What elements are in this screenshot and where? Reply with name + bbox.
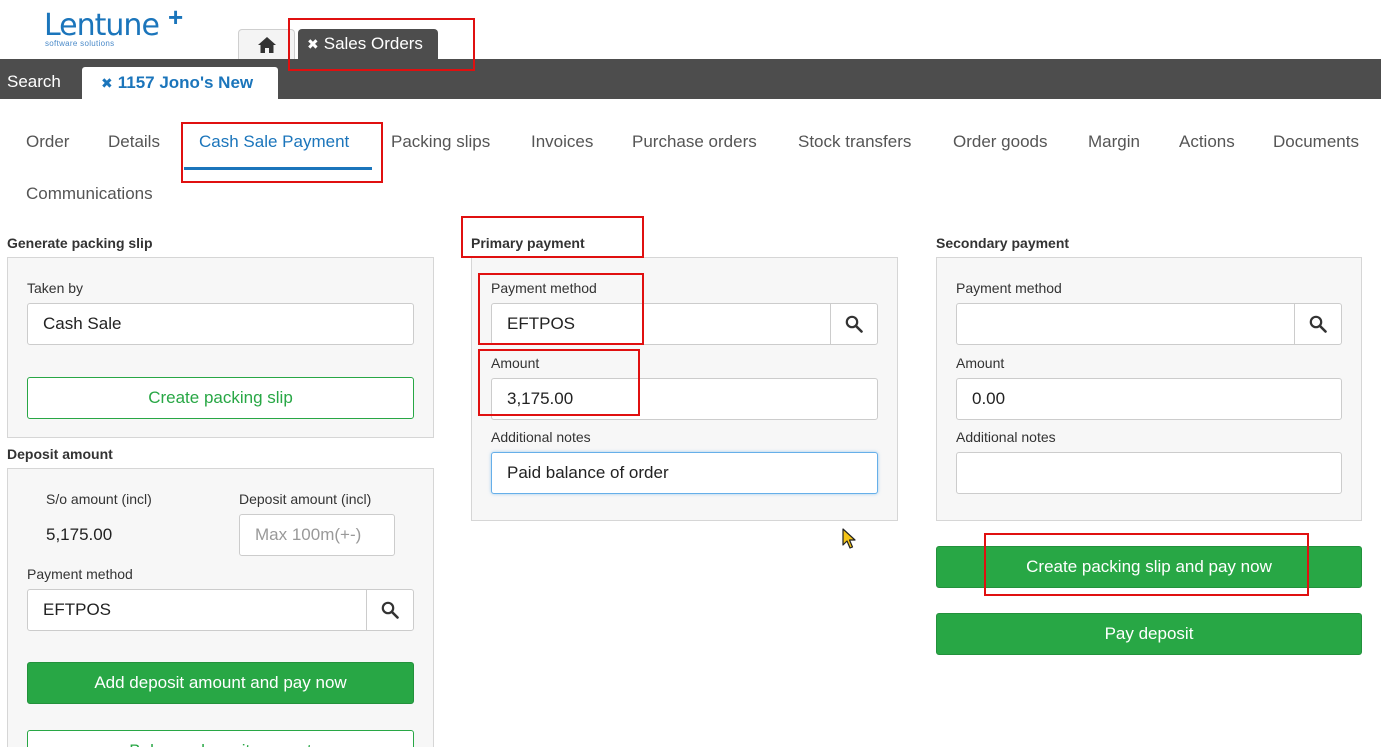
tab-purchase-orders[interactable]: Purchase orders <box>632 132 757 152</box>
primary-payment-search-button[interactable] <box>830 303 878 345</box>
tab-packing-slips[interactable]: Packing slips <box>391 132 490 152</box>
primary-payment-method-label: Payment method <box>491 280 597 296</box>
deposit-amount-input[interactable]: Max 100m(+-) <box>239 514 395 556</box>
primary-amount-label: Amount <box>491 355 540 371</box>
logo-tagline: software solutions <box>45 39 115 48</box>
primary-notes-field[interactable]: Paid balance of order <box>491 452 878 494</box>
logo: Lentune + software solutions <box>44 2 184 50</box>
tab-sales-orders[interactable]: ✖ Sales Orders <box>298 29 438 59</box>
close-icon[interactable]: ✖ <box>307 36 319 53</box>
tab-details[interactable]: Details <box>108 132 160 152</box>
tab-order[interactable]: Order <box>26 132 69 152</box>
secondary-payment-method-label: Payment method <box>956 280 1062 296</box>
logo-text: Lentune <box>44 8 160 43</box>
secondary-amount-field[interactable]: 0.00 <box>956 378 1342 420</box>
tab-sales-orders-label: Sales Orders <box>323 34 423 53</box>
tab-cash-sale-payment[interactable]: Cash Sale Payment <box>199 132 349 152</box>
mouse-pointer-icon <box>842 528 856 549</box>
secondary-notes-field[interactable] <box>956 452 1342 494</box>
tab-actions[interactable]: Actions <box>1179 132 1235 152</box>
secondary-payment-title: Secondary payment <box>936 235 1070 251</box>
active-tab-indicator <box>184 167 372 170</box>
primary-payment-method-field[interactable]: EFTPOS <box>491 303 831 345</box>
secondary-payment-method-field[interactable] <box>956 303 1296 345</box>
home-tab[interactable] <box>238 29 295 59</box>
tab-invoices[interactable]: Invoices <box>531 132 593 152</box>
taken-by-field[interactable]: Cash Sale <box>27 303 414 345</box>
tab-documents[interactable]: Documents <box>1273 132 1359 152</box>
record-tab-label: 1157 Jono's New <box>117 73 254 92</box>
record-tab[interactable]: ✖ 1157 Jono's New <box>82 67 278 99</box>
so-amount-value: 5,175.00 <box>46 525 113 544</box>
tab-order-goods[interactable]: Order goods <box>953 132 1048 152</box>
tab-stock-transfers[interactable]: Stock transfers <box>798 132 911 152</box>
tab-communications[interactable]: Communications <box>26 184 153 204</box>
packing-slip-title: Generate packing slip <box>7 235 153 251</box>
search-tab[interactable]: Search <box>7 72 61 92</box>
search-icon <box>1309 315 1327 333</box>
deposit-amount-label: Deposit amount (incl) <box>239 491 372 507</box>
deposit-payment-method-field[interactable]: EFTPOS <box>27 589 367 631</box>
add-deposit-button[interactable]: Add deposit amount and pay now <box>27 662 414 704</box>
balance-deposit-button[interactable]: Balance deposit amount <box>27 730 414 747</box>
primary-notes-label: Additional notes <box>491 429 591 445</box>
so-amount-label: S/o amount (incl) <box>46 491 152 507</box>
create-packing-slip-and-pay-button[interactable]: Create packing slip and pay now <box>936 546 1362 588</box>
search-icon <box>845 315 863 333</box>
deposit-payment-search-button[interactable] <box>366 589 414 631</box>
taken-by-label: Taken by <box>27 280 84 296</box>
secondary-amount-label: Amount <box>956 355 1005 371</box>
secondary-notes-label: Additional notes <box>956 429 1056 445</box>
deposit-payment-method-label: Payment method <box>27 566 133 582</box>
secondary-payment-search-button[interactable] <box>1294 303 1342 345</box>
primary-amount-field[interactable]: 3,175.00 <box>491 378 878 420</box>
primary-payment-title: Primary payment <box>471 235 585 251</box>
close-icon[interactable]: ✖ <box>101 75 113 92</box>
deposit-title: Deposit amount <box>7 446 113 462</box>
search-icon <box>381 601 399 619</box>
home-icon <box>257 36 276 53</box>
tab-margin[interactable]: Margin <box>1088 132 1140 152</box>
pay-deposit-button[interactable]: Pay deposit <box>936 613 1362 655</box>
create-packing-slip-button[interactable]: Create packing slip <box>27 377 414 419</box>
logo-plus-icon: + <box>168 2 184 32</box>
